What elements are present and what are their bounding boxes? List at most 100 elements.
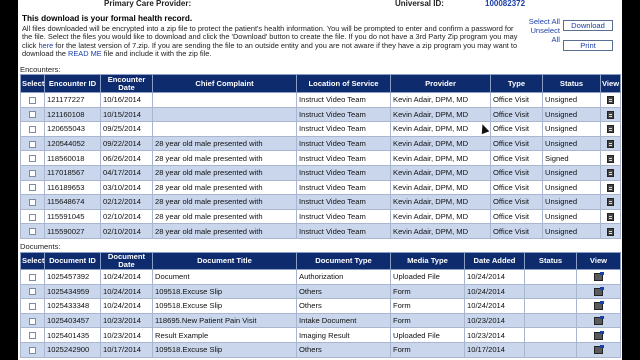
view-document-icon[interactable]	[607, 96, 614, 105]
view-document-icon[interactable]	[607, 198, 614, 207]
document-title: 109518.Excuse Slip	[152, 298, 297, 314]
encounter-date: 10/15/2014	[100, 106, 153, 123]
provider: Kevin Adair, DPM, MD	[390, 164, 491, 181]
media-type: Form	[390, 312, 465, 329]
view-document-icon[interactable]	[607, 227, 614, 236]
row-select-checkbox[interactable]	[29, 273, 36, 281]
document-id: 1025433348	[44, 298, 101, 314]
view-document-icon[interactable]	[607, 140, 614, 149]
view-cell	[600, 179, 621, 196]
view-document-icon[interactable]	[607, 110, 614, 119]
view-cell	[600, 223, 621, 239]
row-select-checkbox[interactable]	[29, 125, 36, 133]
col-header[interactable]: Date Added	[464, 252, 525, 270]
col-header[interactable]: Document Title	[152, 252, 297, 270]
row-select-checkbox[interactable]	[29, 288, 36, 296]
col-header[interactable]: Document ID	[44, 252, 101, 270]
view-file-icon[interactable]	[594, 301, 604, 311]
notice-line3b: file and include it with the zip file.	[101, 49, 212, 59]
row-select-checkbox[interactable]	[29, 302, 36, 310]
location-of-service: Instruct Video Team	[296, 92, 391, 108]
encounter-date: 10/16/2014	[100, 92, 153, 108]
row-select-checkbox[interactable]	[29, 317, 36, 325]
select-cell	[20, 194, 45, 210]
col-header[interactable]: Media Type	[390, 252, 465, 270]
view-cell	[600, 164, 621, 181]
document-status	[524, 341, 577, 358]
view-file-icon[interactable]	[594, 345, 604, 355]
view-document-icon[interactable]	[607, 125, 614, 134]
chief-complaint: 28 year old male presented with	[152, 208, 297, 225]
select-cell	[20, 164, 45, 181]
view-cell	[600, 135, 621, 152]
readme-link[interactable]: READ ME	[68, 49, 102, 59]
date-added: 10/17/2014	[464, 341, 525, 358]
encounter-type: Office Visit	[490, 135, 543, 152]
encounter-id: 117018567	[44, 164, 101, 181]
col-header[interactable]: Chief Complaint	[152, 74, 297, 93]
row-select-checkbox[interactable]	[29, 332, 36, 340]
document-date: 10/24/2014	[100, 269, 153, 285]
view-file-icon[interactable]	[594, 272, 604, 282]
document-id: 1025242900	[44, 341, 101, 358]
document-status	[524, 298, 577, 314]
row-select-checkbox[interactable]	[29, 198, 36, 206]
view-document-icon[interactable]	[607, 183, 614, 192]
view-file-icon[interactable]	[594, 316, 604, 326]
row-select-checkbox[interactable]	[29, 169, 36, 177]
encounter-row: 120655043 09/25/2014 Instruct Video Team Ke…	[20, 121, 621, 137]
row-select-checkbox[interactable]	[29, 228, 36, 236]
row-select-checkbox[interactable]	[29, 346, 36, 354]
select-cell	[20, 327, 45, 343]
col-header[interactable]: Encounter Date	[100, 74, 153, 93]
chief-complaint: 28 year old male presented with	[152, 179, 297, 196]
encounter-row: 118560018 06/26/2014 28 year old male pres…	[20, 150, 621, 166]
col-header[interactable]: Status	[542, 74, 601, 93]
view-document-icon[interactable]	[607, 154, 614, 163]
view-cell	[600, 106, 621, 123]
encounter-id: 115590027	[44, 223, 101, 239]
encounter-id: 121177227	[44, 92, 101, 108]
encounters-section-label: Encounters:	[20, 65, 61, 74]
col-header[interactable]: Location of Service	[296, 74, 391, 93]
select-cell	[20, 341, 45, 358]
view-cell	[600, 150, 621, 166]
encounter-row: 115648674 02/12/2014 28 year old male pres…	[20, 194, 621, 210]
date-added: 10/24/2014	[464, 283, 525, 300]
select-all-link[interactable]: Select All	[528, 17, 560, 26]
view-document-icon[interactable]	[607, 169, 614, 178]
view-document-icon[interactable]	[607, 213, 614, 222]
row-select-checkbox[interactable]	[29, 111, 36, 119]
date-added: 10/23/2014	[464, 327, 525, 343]
chief-complaint: 28 year old male presented with	[152, 164, 297, 181]
row-select-checkbox[interactable]	[29, 140, 36, 148]
universal-id-label: Universal ID:	[395, 0, 444, 8]
document-row: 1025434959 10/24/2014 109518.Excuse Slip Ot…	[20, 283, 621, 300]
document-type: Others	[296, 341, 391, 358]
print-button[interactable]: Print	[563, 40, 613, 51]
chief-complaint: 28 year old male presented with	[152, 223, 297, 239]
encounter-type: Office Visit	[490, 121, 543, 137]
col-header[interactable]: Document Type	[296, 252, 391, 270]
unselect-all-link[interactable]: Unselect All	[528, 26, 560, 44]
view-file-icon[interactable]	[594, 330, 604, 340]
col-header[interactable]: Provider	[390, 74, 491, 93]
col-header[interactable]: Type	[490, 74, 543, 93]
encounter-id: 118560018	[44, 150, 101, 166]
select-cell	[20, 269, 45, 285]
document-id: 1025457392	[44, 269, 101, 285]
col-header[interactable]: Encounter ID	[44, 74, 101, 93]
col-header[interactable]: Document Date	[100, 252, 153, 270]
select-cell	[20, 179, 45, 196]
encounter-status: Unsigned	[542, 135, 601, 152]
row-select-checkbox[interactable]	[29, 155, 36, 163]
col-header[interactable]: Status	[524, 252, 577, 270]
row-select-checkbox[interactable]	[29, 213, 36, 221]
row-select-checkbox[interactable]	[29, 96, 36, 104]
row-select-checkbox[interactable]	[29, 184, 36, 192]
view-file-icon[interactable]	[594, 286, 604, 296]
document-date: 10/17/2014	[100, 341, 153, 358]
view-cell	[600, 194, 621, 210]
download-button[interactable]: Download	[563, 20, 613, 31]
location-of-service: Instruct Video Team	[296, 135, 391, 152]
